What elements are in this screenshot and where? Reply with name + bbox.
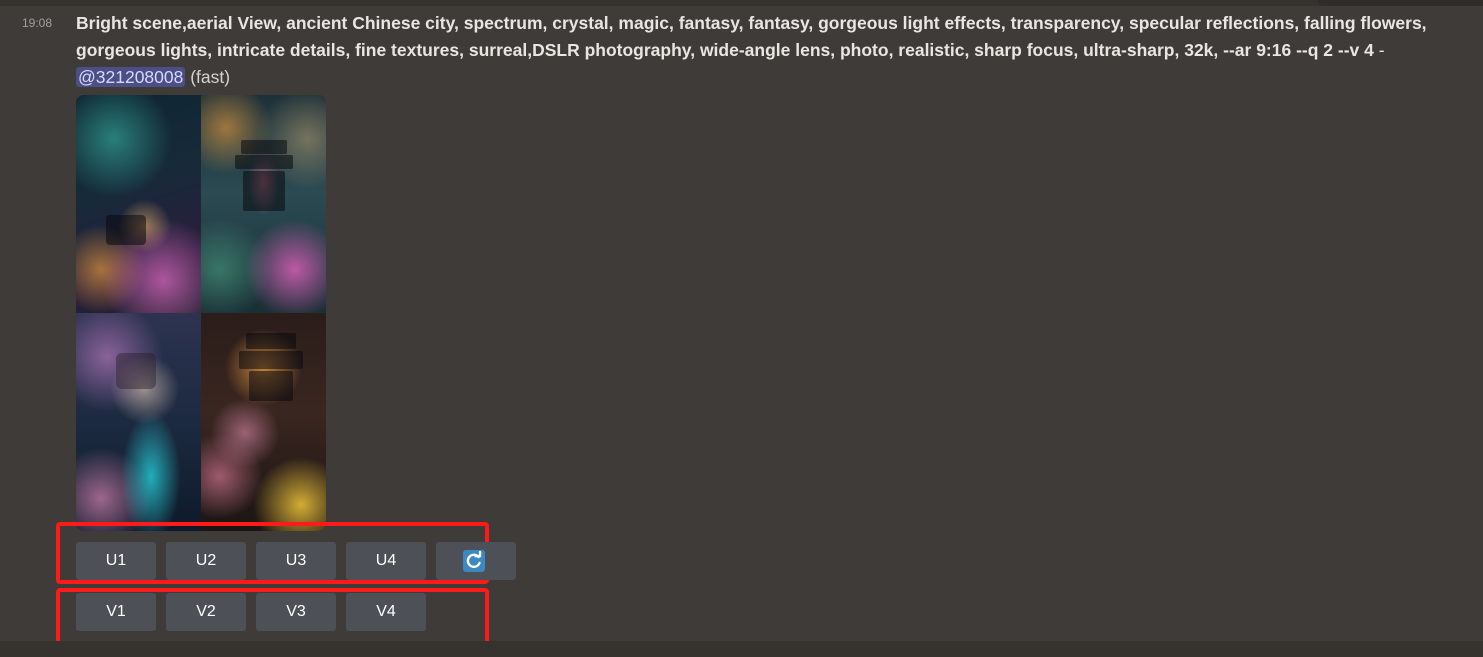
message-content: Bright scene,aerial View, ancient Chines…	[76, 10, 1456, 91]
u1-button[interactable]: U1	[76, 542, 156, 580]
v2-button[interactable]: V2	[166, 593, 246, 631]
top-divider	[0, 0, 1483, 6]
chat-stage: 19:08 Bright scene,aerial View, ancient …	[0, 0, 1483, 657]
u4-button[interactable]: U4	[346, 542, 426, 580]
user-mention[interactable]: @321208008	[76, 67, 186, 87]
message-hover-toolbar	[1318, 0, 1483, 6]
v4-button[interactable]: V4	[346, 593, 426, 631]
u3-button[interactable]: U3	[256, 542, 336, 580]
reroll-button[interactable]	[436, 542, 516, 580]
image-tile-4	[201, 313, 326, 531]
image-tile-1	[76, 95, 201, 313]
speed-label: (fast)	[185, 67, 231, 87]
generated-image-grid[interactable]	[76, 95, 326, 531]
v3-button[interactable]: V3	[256, 593, 336, 631]
bottom-divider	[0, 641, 1483, 657]
u2-button[interactable]: U2	[166, 542, 246, 580]
prompt-text: Bright scene,aerial View, ancient Chines…	[76, 13, 1427, 60]
reroll-icon	[463, 550, 485, 572]
message-timestamp: 19:08	[22, 16, 53, 30]
v1-button[interactable]: V1	[76, 593, 156, 631]
image-tile-2	[201, 95, 326, 313]
separator-text: -	[1373, 40, 1385, 60]
image-tile-3	[76, 313, 201, 531]
